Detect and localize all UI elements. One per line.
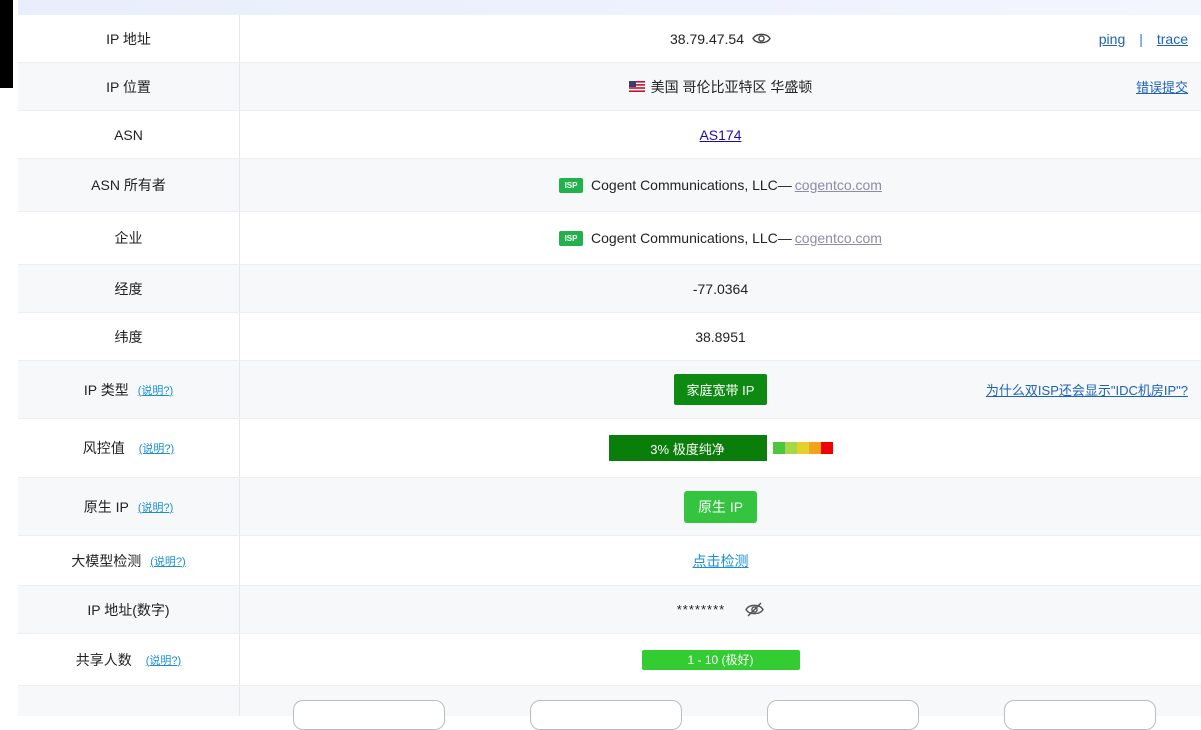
row-llm-check: 大模型检测 (说明?) 点击检测 [18,536,1201,586]
llm-check-label: 大模型检测 [71,552,142,569]
row-risk-score: 风控值 (说明?) 3% 极度纯净 [18,419,1201,478]
llm-check-link[interactable]: 点击检测 [693,551,749,571]
partial-button-3[interactable] [767,700,919,730]
ip-type-label-cell: IP 类型 (说明?) [18,361,240,418]
asn-label: ASN [18,111,240,158]
company-domain-link[interactable]: cogentco.com [795,230,882,246]
company-name: Cogent Communications, LLC— [591,230,792,246]
latitude-label: 纬度 [18,313,240,360]
trace-link[interactable]: trace [1157,31,1188,47]
row-shared-users: 共享人数 (说明?) 1 - 10 (极好) [18,634,1201,686]
link-separator: | [1139,30,1143,47]
shared-users-badge: 1 - 10 (极好) [641,649,800,670]
company-label: 企业 [18,212,240,264]
ping-link[interactable]: ping [1099,31,1125,47]
us-flag-icon [628,81,645,92]
risk-gauge-segment [808,442,821,454]
row-asn: ASN AS174 [18,111,1201,159]
asn-owner-label: ASN 所有者 [18,159,240,211]
window-edge [0,0,13,88]
row-latitude: 纬度 38.8951 [18,313,1201,361]
ip-numeric-masked-value: ******** [676,602,726,617]
asn-owner-cell: ISP Cogent Communications, LLC— cogentco… [240,159,1201,211]
native-ip-explain-link[interactable]: (说明?) [138,499,173,515]
row-native-ip: 原生 IP (说明?) 原生 IP [18,478,1201,536]
asn-owner-name: Cogent Communications, LLC— [591,177,792,193]
ip-type-cell: 家庭宽带 IP 为什么双ISP还会显示"IDC机房IP"? [240,361,1201,418]
risk-gauge-segment [820,442,833,454]
ip-address-label: IP 地址 [18,15,240,62]
risk-gauge-segment [784,442,797,454]
ip-type-explain-link[interactable]: (说明?) [138,382,173,398]
shared-users-cell: 1 - 10 (极好) [240,634,1201,685]
ip-type-note-wrap: 为什么双ISP还会显示"IDC机房IP"? [986,361,1188,418]
ip-location-value: 美国 哥伦比亚特区 华盛顿 [650,78,813,95]
risk-label-cell: 风控值 (说明?) [18,419,240,477]
eye-off-icon[interactable] [745,602,765,617]
llm-check-explain-link[interactable]: (说明?) [150,553,185,569]
risk-gauge-segment [772,442,785,454]
risk-gauge-segment [796,442,809,454]
partial-value-cell [240,686,1201,730]
ip-type-label: IP 类型 [83,381,129,398]
native-ip-label: 原生 IP [83,498,129,515]
row-ip-type: IP 类型 (说明?) 家庭宽带 IP 为什么双ISP还会显示"IDC机房IP"… [18,361,1201,419]
longitude-value: -77.0364 [692,280,749,297]
partial-label-cell [18,686,240,716]
report-error-link[interactable]: 错误提交 [1136,77,1188,96]
isp-badge: ISP [559,230,584,246]
longitude-cell: -77.0364 [240,265,1201,312]
native-ip-badge: 原生 IP [683,490,758,523]
shared-users-label-cell: 共享人数 (说明?) [18,634,240,685]
ip-numeric-label: IP 地址(数字) [18,586,240,633]
row-asn-owner: ASN 所有者 ISP Cogent Communications, LLC— … [18,159,1201,212]
llm-check-label-cell: 大模型检测 (说明?) [18,536,240,585]
asn-cell: AS174 [240,111,1201,158]
risk-cell: 3% 极度纯净 [240,419,1201,477]
shared-users-label: 共享人数 [75,651,132,668]
partial-button-1[interactable] [293,700,445,730]
shared-users-explain-link[interactable]: (说明?) [146,652,181,668]
native-ip-label-cell: 原生 IP (说明?) [18,478,240,535]
eye-icon[interactable] [752,32,771,45]
ip-tools: ping | trace [1099,15,1188,62]
ip-type-badge: 家庭宽带 IP [673,374,768,405]
ip-location-label: IP 位置 [18,63,240,110]
native-ip-cell: 原生 IP [240,478,1201,535]
ip-address-cell: 38.79.47.54 ping | trace [240,15,1201,62]
longitude-label: 经度 [18,265,240,312]
partial-button-4[interactable] [1004,700,1156,730]
risk-score-bar: 3% 极度纯净 [608,435,767,461]
report-error-wrap: 错误提交 [1136,63,1188,110]
row-ip-location: IP 位置 美国 哥伦比亚特区 华盛顿 错误提交 [18,63,1201,111]
ip-address-value: 38.79.47.54 [670,30,744,47]
ip-numeric-cell: ******** [240,586,1201,633]
isp-badge: ISP [559,177,584,193]
row-ip-numeric: IP 地址(数字) ******** [18,586,1201,634]
risk-gauge [772,442,833,454]
ip-location-cell: 美国 哥伦比亚特区 华盛顿 错误提交 [240,63,1201,110]
latitude-cell: 38.8951 [240,313,1201,360]
dual-isp-faq-link[interactable]: 为什么双ISP还会显示"IDC机房IP"? [986,380,1188,399]
asn-owner-domain-link[interactable]: cogentco.com [795,177,882,193]
ip-info-table: IP 地址 38.79.47.54 ping | trace IP 位置 美国 … [18,15,1201,730]
asn-link[interactable]: AS174 [699,127,741,143]
partial-button-2[interactable] [530,700,682,730]
risk-explain-link[interactable]: (说明?) [139,440,174,456]
latitude-value: 38.8951 [695,328,746,345]
row-company: 企业 ISP Cogent Communications, LLC— cogen… [18,212,1201,265]
llm-check-cell: 点击检测 [240,536,1201,585]
row-partial-bottom [18,686,1201,730]
risk-label: 风控值 [82,440,125,456]
header-band [18,0,1201,15]
row-ip-address: IP 地址 38.79.47.54 ping | trace [18,15,1201,63]
row-longitude: 经度 -77.0364 [18,265,1201,313]
company-cell: ISP Cogent Communications, LLC— cogentco… [240,212,1201,264]
